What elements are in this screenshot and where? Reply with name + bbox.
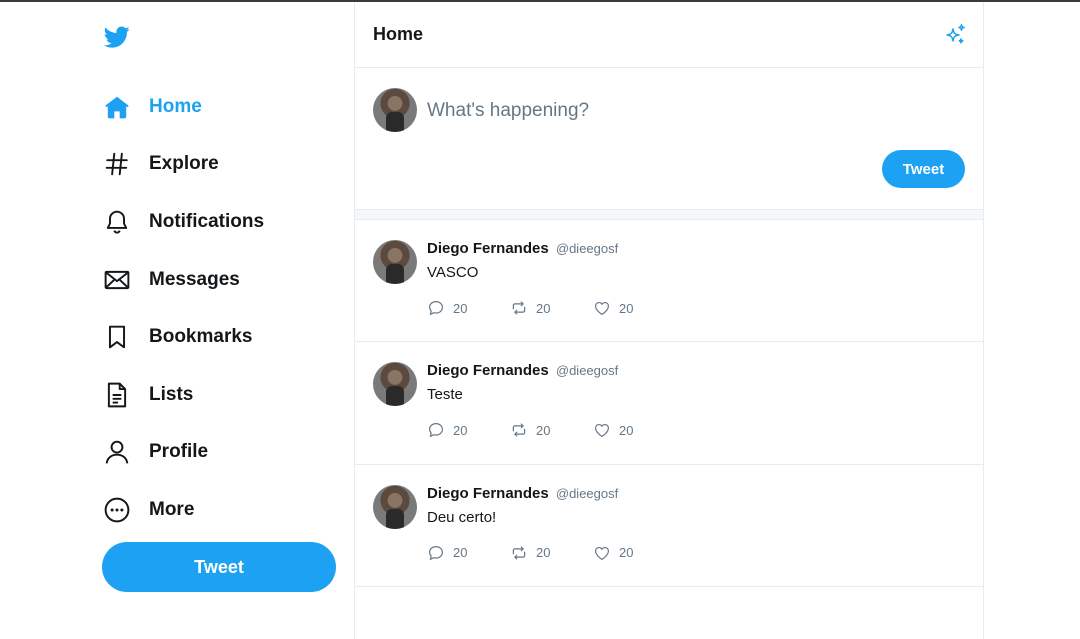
like-count: 20 (619, 300, 634, 316)
retweet-button[interactable]: 20 (510, 544, 593, 562)
nav-item-bookmarks[interactable]: Bookmarks (96, 308, 346, 366)
nav-item-label: Home (149, 95, 202, 117)
retweet-count: 20 (536, 545, 551, 561)
nav-item-label: Explore (149, 153, 219, 175)
author-name[interactable]: Diego Fernandes (427, 485, 549, 502)
nav-item-label: Profile (149, 441, 209, 463)
author-handle[interactable]: @dieegosf (556, 486, 618, 501)
reply-icon (429, 301, 443, 315)
like-button[interactable]: 20 (593, 544, 676, 562)
like-count: 20 (619, 545, 634, 561)
tweet-text: Deu certo! (427, 508, 497, 526)
author-handle[interactable]: @dieegosf (556, 363, 618, 378)
retweet-button[interactable]: 20 (510, 299, 593, 317)
list-document-icon (104, 382, 130, 408)
nav-item-profile[interactable]: Profile (96, 424, 346, 482)
reply-button[interactable]: 20 (427, 421, 510, 439)
more-dots-icon (104, 497, 130, 523)
nav-item-more[interactable]: More (96, 481, 346, 539)
nav-item-label: Messages (149, 268, 240, 290)
tweet-composer: Tweet (355, 68, 983, 210)
retweet-count: 20 (536, 422, 551, 438)
retweet-icon (512, 545, 526, 560)
author-name[interactable]: Diego Fernandes (427, 362, 549, 379)
tweet-actions: 20 20 20 (427, 421, 676, 439)
nav-item-label: More (149, 498, 195, 520)
tweet-item[interactable]: Diego Fernandes @dieegosf Teste 20 20 20 (355, 342, 983, 465)
main-nav: Home Explore Notifications Messages Book… (96, 78, 346, 539)
nav-item-home[interactable]: Home (96, 78, 346, 136)
nav-item-notifications[interactable]: Notifications (96, 193, 346, 251)
feed-divider (355, 210, 983, 220)
tweet-item[interactable]: Diego Fernandes @dieegosf VASCO 20 20 20 (355, 220, 983, 343)
bell-icon (104, 209, 130, 235)
avatar[interactable] (373, 484, 417, 529)
like-count: 20 (619, 422, 634, 438)
reply-button[interactable]: 20 (427, 299, 510, 317)
reply-count: 20 (453, 300, 468, 316)
tweet-meta: Diego Fernandes @dieegosf (427, 240, 618, 257)
tweet-feed: Diego Fernandes @dieegosf VASCO 20 20 20 (355, 220, 983, 587)
compose-tweet-input[interactable] (427, 98, 947, 124)
avatar[interactable] (373, 88, 417, 132)
tweet-text: VASCO (427, 264, 479, 281)
retweet-icon (512, 423, 526, 437)
hashtag-icon (104, 151, 130, 177)
like-button[interactable]: 20 (593, 421, 676, 439)
retweet-button[interactable]: 20 (510, 421, 593, 439)
tweet-actions: 20 20 20 (427, 299, 676, 317)
timeline-header: Home (355, 2, 983, 68)
like-button[interactable]: 20 (593, 299, 676, 317)
tweet-meta: Diego Fernandes @dieegosf (427, 485, 618, 502)
tweet-text: Teste (427, 386, 463, 404)
nav-item-label: Lists (149, 383, 194, 405)
heart-icon (595, 424, 609, 438)
author-name[interactable]: Diego Fernandes (427, 240, 549, 257)
reply-icon (429, 423, 443, 438)
heart-icon (595, 546, 609, 560)
nav-item-label: Bookmarks (149, 326, 253, 348)
reply-button[interactable]: 20 (427, 544, 510, 562)
reply-count: 20 (453, 422, 468, 438)
retweet-count: 20 (536, 300, 551, 316)
reply-icon (429, 545, 443, 560)
envelope-icon (104, 267, 130, 293)
tweet-meta: Diego Fernandes @dieegosf (427, 362, 618, 379)
retweet-icon (512, 301, 526, 315)
heart-icon (595, 301, 609, 315)
sparkle-icon[interactable] (943, 23, 967, 47)
avatar[interactable] (373, 362, 417, 407)
home-icon (104, 94, 130, 120)
nav-item-lists[interactable]: Lists (96, 366, 346, 424)
nav-item-label: Notifications (149, 210, 265, 232)
person-icon (104, 439, 130, 465)
compose-tweet-button[interactable]: Tweet (882, 150, 965, 188)
author-handle[interactable]: @dieegosf (556, 241, 618, 256)
twitter-bird-icon[interactable] (102, 24, 132, 50)
tweet-actions: 20 20 20 (427, 544, 676, 562)
avatar[interactable] (373, 240, 417, 284)
reply-count: 20 (453, 545, 468, 561)
tweet-item[interactable]: Diego Fernandes @dieegosf Deu certo! 20 … (355, 465, 983, 587)
sidebar-tweet-button[interactable]: Tweet (102, 542, 336, 592)
nav-item-messages[interactable]: Messages (96, 251, 346, 309)
nav-item-explore[interactable]: Explore (96, 136, 346, 194)
sidebar: Home Explore Notifications Messages Book… (96, 2, 354, 639)
timeline: Home Tweet Diego Fernandes @dieegosf VAS… (354, 2, 984, 639)
page-title: Home (373, 24, 424, 44)
bookmark-icon (104, 324, 130, 350)
